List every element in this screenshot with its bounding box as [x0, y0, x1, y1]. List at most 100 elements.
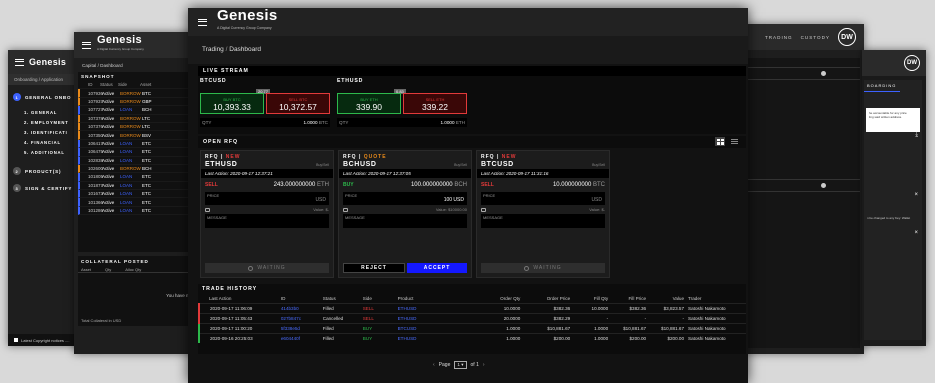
menu-icon[interactable]	[15, 58, 24, 66]
table-row[interactable]: 107350 Active BORROW BSV	[78, 131, 194, 140]
table-row[interactable]: 2020-09-17 11:06:09 414b3b0 Filled SELL ETHU…	[198, 302, 746, 313]
table-row[interactable]: 107378 Active BORROW LTC	[78, 114, 194, 123]
rfq-symbol: ETHUSD	[205, 161, 238, 168]
download-icon[interactable]: ⤓	[915, 132, 918, 139]
close-icon[interactable]: ×	[914, 192, 918, 198]
avatar[interactable]: DW	[904, 55, 920, 71]
cell-side: BORROW	[120, 115, 141, 121]
nav-custody[interactable]: CUSTODY	[801, 35, 830, 40]
column-header[interactable]: Last Action	[199, 294, 279, 303]
cell-product[interactable]: ETHUSD	[395, 302, 466, 313]
info-icon	[821, 183, 826, 188]
cell-status: Active	[102, 174, 115, 180]
table-row[interactable]: 107727 Active LOAN BCH	[78, 106, 194, 115]
table-row[interactable]: 101877 Active LOAN ETC	[78, 181, 194, 191]
notice-text: n be changed to any Key: Wallet	[867, 216, 911, 220]
breadcrumb-trading[interactable]: Trading	[202, 46, 224, 53]
table-row[interactable]: 101805 Active LOAN ETC	[78, 173, 194, 182]
cell-product[interactable]: ETHUSD	[395, 332, 466, 343]
table-row[interactable]: 102838 Active LOAN ETC	[78, 156, 194, 165]
sell-eth-button[interactable]: SELL ETH 339.22	[403, 93, 467, 114]
cell-status: Active	[102, 199, 115, 205]
menu-icon[interactable]	[82, 41, 91, 49]
table-row[interactable]: 2020-09-16 20:25:03 e604440f Filled BUY ETHU…	[198, 332, 746, 343]
brand-logo: Genesis	[29, 57, 67, 67]
rfq-unit: BTC	[593, 182, 605, 188]
cell-side: BORROW	[120, 132, 141, 138]
cell-value: $10,881.67	[646, 322, 685, 333]
column-header[interactable]: Fill Qty	[570, 294, 608, 303]
list-view-icon[interactable]	[729, 137, 739, 146]
menu-icon[interactable]	[198, 18, 207, 26]
message-field[interactable]: MESSAGE	[343, 214, 467, 228]
tab-boarding[interactable]: BOARDING	[864, 80, 900, 92]
next-page-icon[interactable]: ›	[483, 362, 485, 368]
copy-icon[interactable]	[205, 207, 210, 212]
table-row[interactable]: 106475 Active LOAN ETC	[78, 148, 194, 157]
table-row[interactable]: 106417 Active LOAN ETC	[78, 139, 194, 149]
cell-id[interactable]: 027b847c	[278, 312, 321, 323]
breadcrumb: Trading / Dashboard	[188, 36, 748, 64]
qty-input-eth[interactable]: QTY 1.0000 ETH	[337, 118, 467, 127]
message-field[interactable]: MESSAGE	[481, 214, 605, 228]
step-number: 3	[13, 184, 21, 192]
cell-status: Active	[102, 132, 115, 138]
cell-oprice: $382.29	[520, 312, 571, 323]
reject-button[interactable]: REJECT	[343, 263, 405, 273]
cell-asset: LTC	[142, 124, 151, 130]
copy-icon[interactable]	[343, 207, 348, 212]
column-header[interactable]: Trader	[684, 294, 746, 303]
column-header[interactable]: Fill Price	[608, 294, 646, 303]
accept-button[interactable]: ACCEPT	[407, 263, 467, 273]
column-header[interactable]: Status	[321, 294, 361, 303]
copy-icon[interactable]	[481, 207, 486, 212]
close-icon[interactable]: ×	[914, 230, 918, 236]
column-header[interactable]: Order Price	[520, 294, 571, 303]
cell-asset: ETC	[142, 199, 151, 205]
price-field[interactable]: PRICE USD	[481, 192, 605, 205]
cell-asset: BTC	[142, 90, 151, 96]
buy-btc-button[interactable]: BUY BTC 10,393.33	[200, 93, 264, 114]
qty-input-btc[interactable]: QTY 1.0000 BTC	[200, 118, 330, 127]
prev-page-icon[interactable]: ‹	[433, 362, 435, 368]
cell-asset: ETC	[142, 157, 151, 163]
table-row[interactable]: 102600 Active BORROW BCH	[78, 164, 194, 174]
cell-product[interactable]: ETHUSD	[395, 312, 466, 323]
sell-btc-button[interactable]: SELL BTC 10,372.57	[266, 93, 330, 114]
cell-id: 107376	[88, 124, 104, 130]
page-select[interactable]: 1 ▾	[454, 361, 467, 369]
nav-trading[interactable]: TRADING	[765, 35, 793, 40]
brand-logo: Genesis A Digital Currency Group Company	[97, 34, 144, 52]
table-row[interactable]: 107376 Active BORROW LTC	[78, 122, 194, 132]
column-header[interactable]: Order Qty	[465, 294, 520, 303]
column-header[interactable]: ID	[279, 294, 321, 303]
cell-side: LOAN	[120, 199, 133, 205]
price-field[interactable]: PRICE 100 USD	[343, 192, 467, 205]
table-row[interactable]: 101673 Active LOAN ETC	[78, 190, 194, 199]
cell-id[interactable]: 5f338e5d	[278, 322, 321, 333]
message-field[interactable]: MESSAGE	[205, 214, 329, 228]
cell-product[interactable]: BTCUSD	[395, 322, 466, 333]
cell-id[interactable]: 414b3b0	[278, 302, 321, 313]
table-row[interactable]: 101366 Active LOAN ETC	[78, 198, 194, 207]
cell-id[interactable]: e604440f	[278, 332, 321, 343]
price-field[interactable]: PRICE USD	[205, 192, 329, 205]
grid-view-icon[interactable]	[715, 137, 725, 146]
rfq-card: RFQ | QUOTE BCHUSD Buy/Sell Last Action:…	[338, 150, 472, 278]
cell-side: SELL	[360, 312, 396, 323]
last-action: Last Action: 2020-09-17 12:37:05	[339, 169, 471, 178]
table-row[interactable]: 101286 Active LOAN ETC	[78, 206, 194, 216]
cell-id: 107350	[88, 132, 104, 138]
column-header[interactable]: Product	[396, 294, 466, 303]
table-row[interactable]: 2020-09-17 11:00:20 5f338e5d Filled BUY BTCU…	[198, 322, 746, 333]
column-header[interactable]: Side	[361, 294, 396, 303]
table-row[interactable]: 107937 Active BORROW GBP	[78, 97, 194, 107]
rfq-symbol: BTCUSD	[481, 161, 514, 168]
buy-eth-button[interactable]: BUY ETH 339.90	[337, 93, 401, 114]
table-row[interactable]: 2020-09-17 11:05:43 027b847c Cancelled SELL…	[198, 312, 746, 323]
cell-oprice: $382.36	[520, 302, 571, 313]
snapshot-header: ID Status Side Asset	[78, 81, 194, 90]
table-row[interactable]: 107936 Active BORROW BTC	[78, 89, 194, 98]
avatar[interactable]: DW	[838, 28, 856, 46]
column-header[interactable]: Value	[646, 294, 684, 303]
